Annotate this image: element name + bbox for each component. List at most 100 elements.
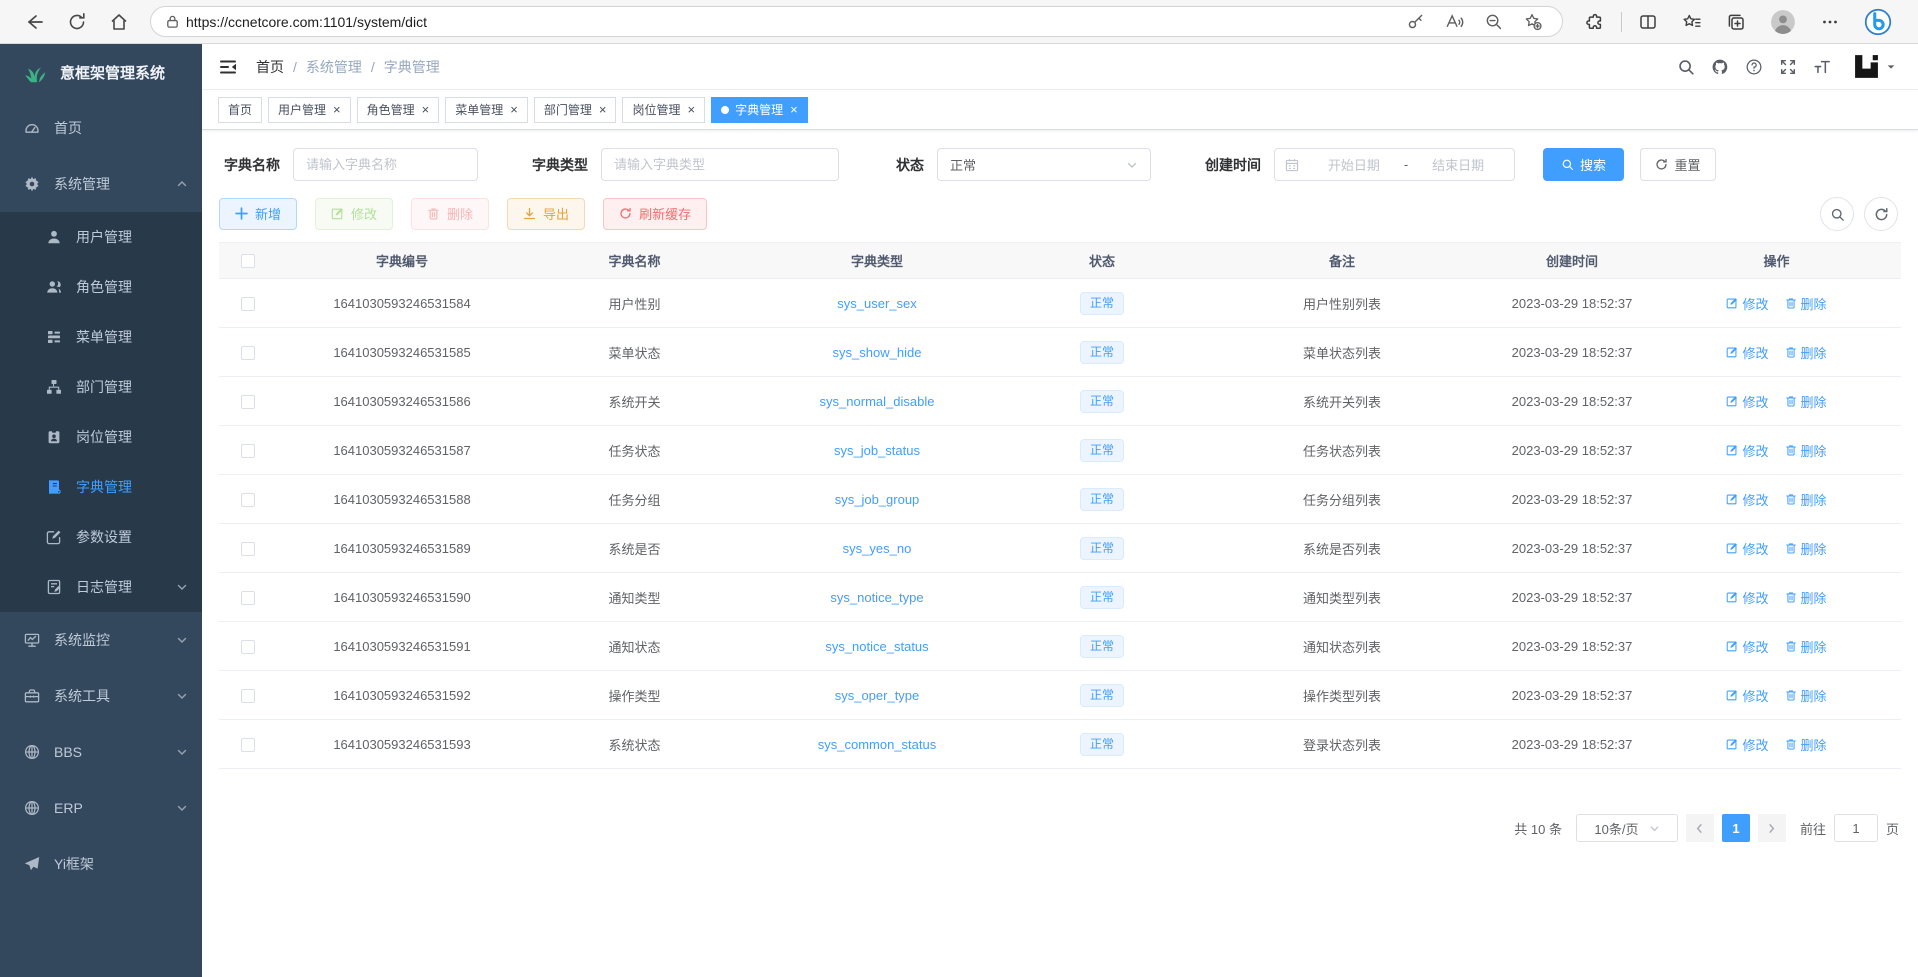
row-edit-link[interactable]: 修改 [1726, 539, 1768, 558]
tab-1[interactable]: 首页 [218, 97, 262, 123]
favorite-add-icon[interactable] [1523, 12, 1542, 31]
page-number-1[interactable]: 1 [1722, 814, 1750, 842]
header-search-icon[interactable] [1677, 58, 1695, 76]
sidebar-item-6[interactable]: 部门管理 [0, 362, 202, 412]
dict-name-input[interactable] [293, 148, 478, 181]
sidebar-item-12[interactable]: 系统工具 [0, 668, 202, 724]
dict-type-link[interactable]: sys_show_hide [833, 345, 922, 360]
breadcrumb-item-1[interactable]: 首页 [256, 57, 284, 77]
tab-7[interactable]: 字典管理× [711, 97, 808, 123]
row-delete-link[interactable]: 删除 [1785, 637, 1827, 656]
user-logo[interactable] [1853, 53, 1880, 80]
row-edit-link[interactable]: 修改 [1726, 343, 1768, 362]
collections-icon[interactable] [1726, 12, 1746, 32]
sidebar-item-8[interactable]: 字典管理 [0, 462, 202, 512]
row-checkbox[interactable] [241, 395, 255, 409]
help-icon[interactable] [1745, 58, 1763, 76]
dict-type-link[interactable]: sys_oper_type [835, 688, 920, 703]
sidebar-item-15[interactable]: Yi框架 [0, 836, 202, 892]
row-checkbox[interactable] [241, 591, 255, 605]
sidebar-item-1[interactable]: 首页 [0, 100, 202, 156]
zoom-out-icon[interactable] [1484, 12, 1503, 31]
row-edit-link[interactable]: 修改 [1726, 490, 1768, 509]
date-end-placeholder[interactable]: 结束日期 [1412, 155, 1504, 174]
edit-button[interactable]: 修改 [315, 198, 393, 230]
row-checkbox[interactable] [241, 493, 255, 507]
row-checkbox[interactable] [241, 640, 255, 654]
row-edit-link[interactable]: 修改 [1726, 392, 1768, 411]
export-button[interactable]: 导出 [507, 198, 585, 230]
sidebar-item-13[interactable]: BBS [0, 724, 202, 780]
dict-type-link[interactable]: sys_normal_disable [820, 394, 935, 409]
copilot-icon[interactable] [1864, 8, 1892, 36]
tab-close-icon[interactable]: × [333, 103, 341, 116]
sidebar-item-7[interactable]: 岗位管理 [0, 412, 202, 462]
home-icon[interactable] [109, 12, 129, 32]
dict-type-link[interactable]: sys_job_status [834, 443, 920, 458]
sidebar-item-11[interactable]: 系统监控 [0, 612, 202, 668]
tab-6[interactable]: 岗位管理× [622, 97, 705, 123]
row-edit-link[interactable]: 修改 [1726, 735, 1768, 754]
next-page-button[interactable] [1758, 814, 1786, 842]
page-size-select[interactable]: 10条/页 [1576, 814, 1678, 842]
show-search-button[interactable] [1820, 197, 1854, 231]
reload-icon[interactable] [67, 12, 87, 32]
sidebar-item-14[interactable]: ERP [0, 780, 202, 836]
tab-close-icon[interactable]: × [790, 103, 798, 116]
refresh-table-button[interactable] [1864, 197, 1898, 231]
row-delete-link[interactable]: 删除 [1785, 343, 1827, 362]
row-delete-link[interactable]: 删除 [1785, 490, 1827, 509]
row-checkbox[interactable] [241, 297, 255, 311]
row-edit-link[interactable]: 修改 [1726, 588, 1768, 607]
favorites-icon[interactable] [1682, 12, 1702, 32]
dict-type-input[interactable] [601, 148, 839, 181]
tab-close-icon[interactable]: × [599, 103, 607, 116]
date-range-picker[interactable]: 开始日期 - 结束日期 [1274, 148, 1515, 181]
date-start-placeholder[interactable]: 开始日期 [1308, 155, 1400, 174]
tab-close-icon[interactable]: × [687, 103, 695, 116]
dict-type-link[interactable]: sys_job_group [835, 492, 920, 507]
url-text[interactable]: https://ccnetcore.com:1101/system/dict [186, 14, 1396, 30]
row-checkbox[interactable] [241, 346, 255, 360]
row-delete-link[interactable]: 删除 [1785, 392, 1827, 411]
row-delete-link[interactable]: 删除 [1785, 441, 1827, 460]
row-delete-link[interactable]: 删除 [1785, 735, 1827, 754]
sidebar-item-10[interactable]: 日志管理 [0, 562, 202, 612]
row-edit-link[interactable]: 修改 [1726, 637, 1768, 656]
profile-avatar[interactable] [1770, 9, 1796, 35]
tab-close-icon[interactable]: × [422, 103, 430, 116]
dict-type-link[interactable]: sys_common_status [818, 737, 937, 752]
row-delete-link[interactable]: 删除 [1785, 588, 1827, 607]
more-menu-icon[interactable] [1820, 12, 1840, 32]
row-checkbox[interactable] [241, 689, 255, 703]
search-button[interactable]: 搜索 [1543, 148, 1624, 181]
font-size-icon[interactable] [1813, 58, 1831, 76]
split-screen-icon[interactable] [1638, 12, 1658, 32]
reset-button[interactable]: 重置 [1640, 148, 1716, 181]
read-aloud-icon[interactable] [1445, 12, 1464, 31]
user-caret-down-icon[interactable] [1886, 62, 1896, 72]
sidebar-item-4[interactable]: 角色管理 [0, 262, 202, 312]
row-delete-link[interactable]: 删除 [1785, 294, 1827, 313]
extensions-icon[interactable] [1585, 12, 1605, 32]
row-edit-link[interactable]: 修改 [1726, 441, 1768, 460]
back-icon[interactable] [25, 12, 45, 32]
prev-page-button[interactable] [1686, 814, 1714, 842]
row-edit-link[interactable]: 修改 [1726, 294, 1768, 313]
password-key-icon[interactable] [1406, 12, 1425, 31]
dict-type-link[interactable]: sys_user_sex [837, 296, 916, 311]
select-all-checkbox[interactable] [241, 254, 255, 268]
dict-type-link[interactable]: sys_notice_type [830, 590, 923, 605]
fullscreen-icon[interactable] [1779, 58, 1797, 76]
tab-close-icon[interactable]: × [510, 103, 518, 116]
tab-4[interactable]: 菜单管理× [445, 97, 528, 123]
goto-page-input[interactable] [1834, 814, 1878, 842]
delete-button[interactable]: 删除 [411, 198, 489, 230]
github-icon[interactable] [1711, 58, 1729, 76]
row-delete-link[interactable]: 删除 [1785, 686, 1827, 705]
menu-fold-icon[interactable] [218, 57, 238, 77]
row-edit-link[interactable]: 修改 [1726, 686, 1768, 705]
sidebar-item-9[interactable]: 参数设置 [0, 512, 202, 562]
tab-2[interactable]: 用户管理× [268, 97, 351, 123]
sidebar-item-2[interactable]: 系统管理 [0, 156, 202, 212]
